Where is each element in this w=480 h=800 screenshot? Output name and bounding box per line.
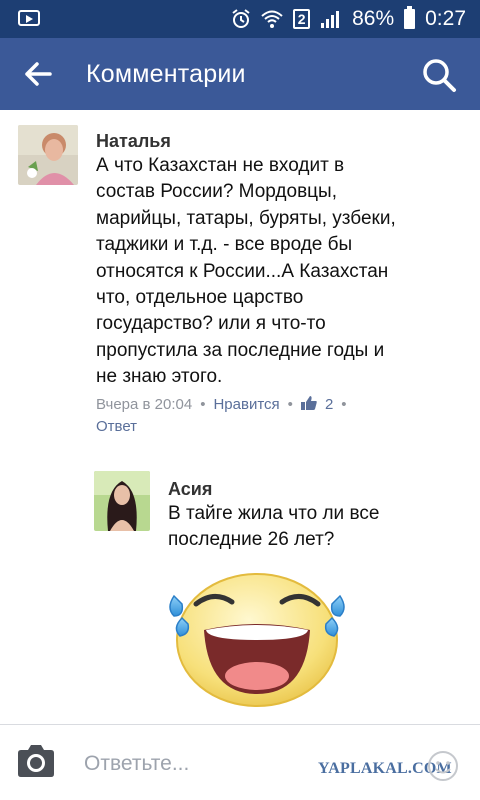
comment-author[interactable]: Наталья: [96, 131, 171, 152]
comment-text: А что Казахстан не входит в состав Росси…: [96, 153, 466, 391]
reply-bar: YAPLAKAL.COM: [0, 725, 480, 800]
battery-icon: [404, 6, 416, 29]
camera-icon[interactable]: [16, 743, 56, 779]
comment-text-line: государство? или я что-то: [96, 313, 326, 335]
comment-author[interactable]: Асия: [168, 479, 212, 500]
comment-text: В тайге жила что ли все последние 26 лет…: [168, 501, 458, 554]
comment-text-line: относятся к России...А Казахстан: [96, 260, 389, 282]
laughing-face-sticker: [169, 573, 345, 707]
comment-text-line: не знаю этого.: [96, 366, 223, 388]
comment-text-line: состав России? Мордовцы,: [96, 181, 337, 203]
separator-dot: •: [200, 396, 206, 413]
reply-link[interactable]: Ответ: [96, 418, 137, 435]
comment-meta: Вчера в 20:04 • Нравится • 2 • Ответ: [96, 394, 466, 438]
search-icon[interactable]: [420, 56, 458, 94]
avatar[interactable]: [18, 125, 78, 185]
avatar[interactable]: [94, 471, 150, 531]
wifi-icon: [261, 10, 283, 28]
clock: 0:27: [425, 7, 466, 30]
screen-mirror-icon: [18, 10, 40, 26]
smiley-icon[interactable]: [426, 749, 460, 783]
comment-text-line: марийцы, татары, буряты, узбеки,: [96, 207, 396, 229]
signal-icon: [321, 11, 340, 28]
separator-dot: •: [341, 396, 347, 413]
comment-text-line: пропустила за последние годы и: [96, 339, 385, 361]
reply-input[interactable]: [84, 749, 304, 779]
page-title: Комментарии: [86, 60, 246, 88]
battery-percent: 86%: [352, 7, 395, 30]
comment-timestamp: Вчера в 20:04: [96, 396, 193, 413]
comment-text-line: А что Казахстан не входит в: [96, 155, 345, 176]
like-button[interactable]: Нравится: [213, 396, 279, 413]
sim-number-badge: 2: [293, 9, 311, 29]
comment-text-line: таджики и т.д. - все вроде бы: [96, 234, 353, 256]
alarm-icon: [232, 9, 250, 28]
app-bar: Комментарии: [0, 38, 480, 110]
thumbs-up-icon: [300, 396, 317, 410]
status-bar: 2 86% 0:27: [0, 0, 480, 38]
status-icons: 2 86% 0:27: [231, 6, 466, 32]
comment-text-line: последние 26 лет?: [168, 529, 335, 551]
arrow-left-icon[interactable]: [18, 54, 58, 94]
like-count[interactable]: 2: [325, 396, 333, 413]
comment-text-line: В тайге жила что ли все: [168, 503, 380, 524]
comment-text-line: что, отдельное царство: [96, 287, 304, 309]
separator-dot: •: [287, 396, 293, 413]
